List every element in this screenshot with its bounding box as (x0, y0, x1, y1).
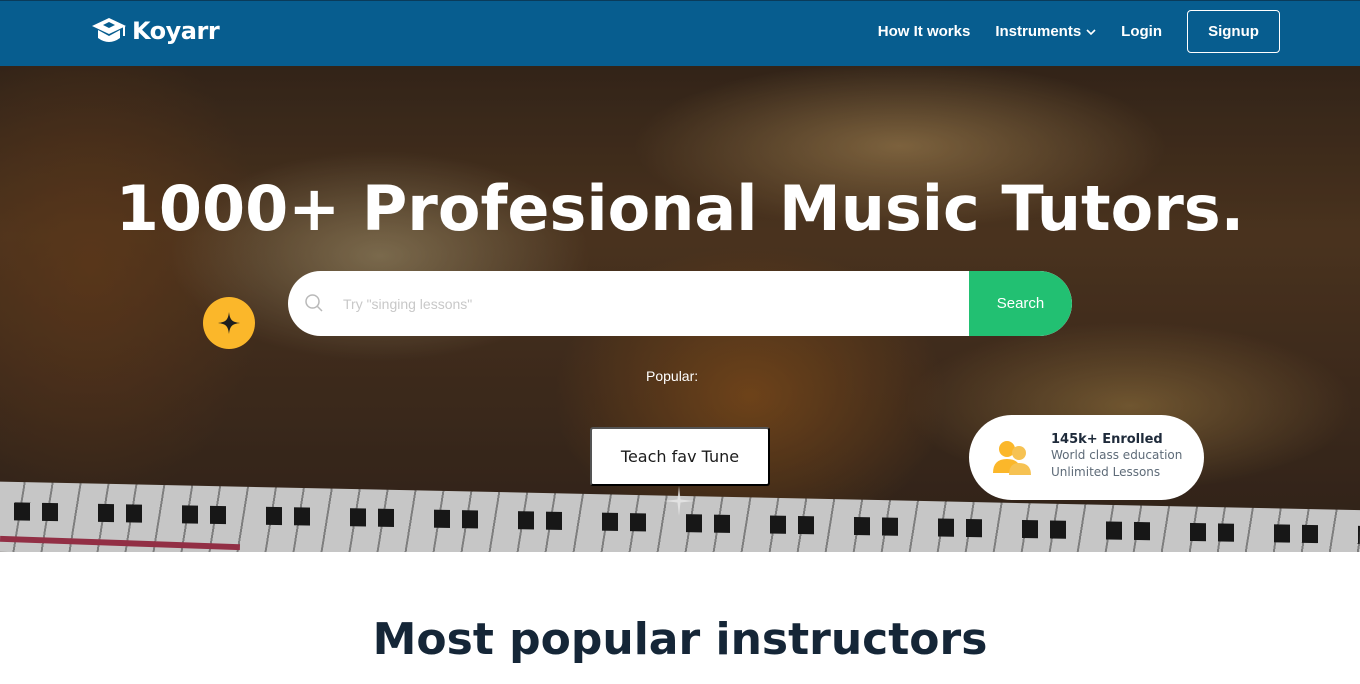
search-button[interactable]: Search (969, 271, 1072, 336)
sparkle-badge (203, 297, 255, 349)
brand-logo[interactable]: Koyarr (90, 16, 220, 46)
hero-title: 1000+ Profesional Music Tutors. (115, 172, 1245, 245)
login-link[interactable]: Login (1121, 23, 1162, 40)
section-title-instructors: Most popular instructors (372, 614, 988, 665)
nav-how-it-works-label: How It works (877, 23, 971, 40)
nav-instruments-label: Instruments (995, 23, 1082, 40)
login-label: Login (1121, 23, 1162, 40)
search-bar: Search (288, 271, 1072, 336)
nav-how-it-works[interactable]: How It works (878, 23, 971, 40)
enrolled-stat-card: 145k+ Enrolled World class education Unl… (969, 415, 1204, 500)
popular-tag-button[interactable]: Teach fav Tune (590, 427, 770, 486)
nav-menu: How It works Instruments Login Signup (878, 10, 1280, 53)
sparkle-icon (218, 312, 240, 334)
enrolled-stat-text: 145k+ Enrolled World class education Unl… (1051, 432, 1182, 481)
brand-name: Koyarr (132, 17, 220, 45)
enrolled-stat-line1: World class education (1051, 448, 1183, 462)
signup-button[interactable]: Signup (1187, 10, 1280, 53)
graduation-cap-icon (92, 18, 126, 42)
search-icon (305, 294, 323, 312)
search-input[interactable] (343, 271, 963, 336)
enrolled-stat-line2: Unlimited Lessons (1051, 465, 1161, 479)
users-icon (993, 441, 1031, 475)
popular-label: Popular: (646, 368, 699, 384)
twinkle-icon (664, 486, 694, 516)
top-navbar: Koyarr How It works Instruments Login Si… (0, 0, 1360, 66)
nav-instruments-dropdown[interactable]: Instruments (995, 23, 1096, 40)
enrolled-stat-title: 145k+ Enrolled (1051, 432, 1163, 447)
chevron-down-icon (1086, 28, 1096, 35)
